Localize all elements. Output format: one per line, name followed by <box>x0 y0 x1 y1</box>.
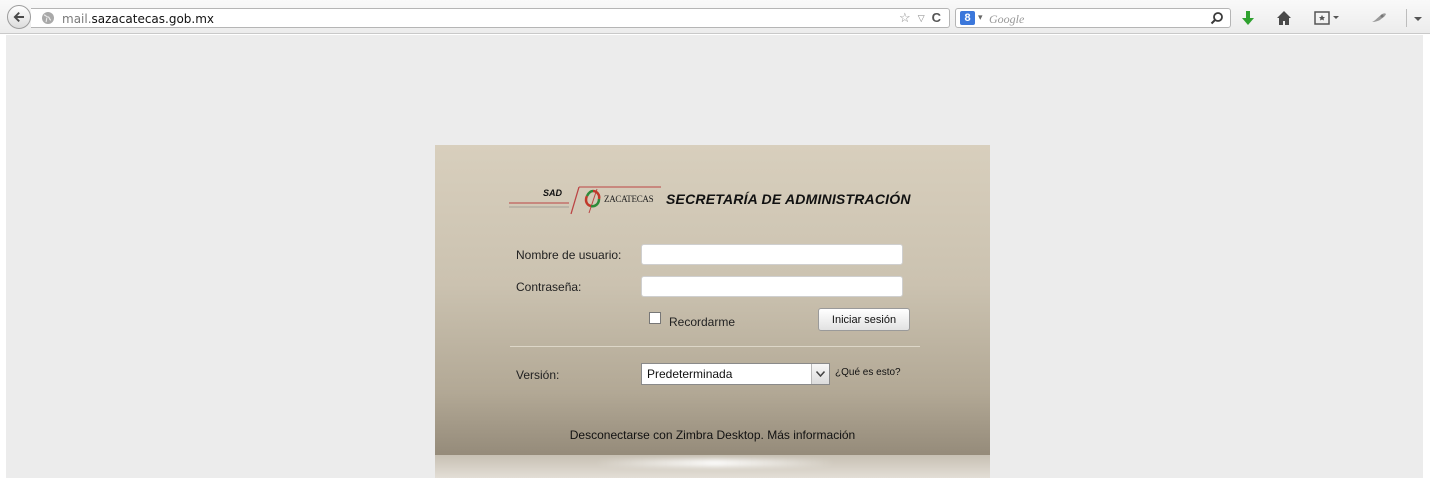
back-arrow-icon <box>13 12 24 22</box>
reflection-blur <box>595 459 835 467</box>
globe-icon <box>42 12 54 24</box>
google-plus-icon[interactable]: 8 <box>960 11 975 25</box>
url-text: mail.sazacatecas.gob.mx <box>62 12 214 26</box>
addon-icon[interactable] <box>1370 10 1388 26</box>
logo-zacatecas-text: ZACATECAS <box>604 194 654 204</box>
page-viewport: SAD ZACATECAS SECRETARÍA DE ADMINISTRACI… <box>6 35 1423 478</box>
username-input[interactable] <box>641 244 903 265</box>
whats-this-link[interactable]: ¿Qué es esto? <box>835 367 901 378</box>
version-selected-value: Predeterminada <box>647 367 733 381</box>
back-button[interactable] <box>7 5 31 29</box>
form-divider <box>510 345 920 347</box>
toolbar-separator <box>1406 9 1407 27</box>
org-title: SECRETARÍA DE ADMINISTRACIÓN <box>666 191 911 207</box>
remember-checkbox[interactable] <box>649 312 661 324</box>
address-bar[interactable]: mail.sazacatecas.gob.mx ☆ ▽ C <box>31 8 950 28</box>
menu-dropdown-icon[interactable] <box>1413 10 1423 26</box>
url-domain: sazacatecas.gob.mx <box>91 12 215 26</box>
more-info-link[interactable]: Más información <box>767 428 855 442</box>
version-label: Versión: <box>516 368 560 382</box>
history-dropdown-icon[interactable]: ▽ <box>918 11 925 25</box>
password-label: Contraseña: <box>516 280 582 294</box>
search-placeholder: Google <box>989 12 1025 26</box>
bookmark-star-icon[interactable]: ☆ <box>899 11 911 25</box>
search-icon[interactable] <box>1210 11 1224 25</box>
login-panel: SAD ZACATECAS SECRETARÍA DE ADMINISTRACI… <box>435 145 990 455</box>
bookmarks-menu-icon[interactable] <box>1314 10 1340 26</box>
panel-reflection <box>435 455 990 478</box>
home-icon[interactable] <box>1276 10 1292 26</box>
url-prefix: mail. <box>62 12 92 26</box>
footer-text: Desconectarse con Zimbra Desktop. <box>569 428 764 442</box>
search-bar[interactable]: 8 ▾ Google <box>955 8 1231 28</box>
version-select[interactable]: Predeterminada <box>641 363 830 385</box>
sad-zacatecas-logo: SAD ZACATECAS <box>509 185 669 215</box>
chevron-down-icon[interactable] <box>811 364 829 384</box>
password-input[interactable] <box>641 276 903 297</box>
search-engine-dropdown-icon[interactable]: ▾ <box>978 12 983 23</box>
browser-toolbar: mail.sazacatecas.gob.mx ☆ ▽ C 8 ▾ Google <box>0 0 1430 34</box>
remember-label: Recordarme <box>669 315 736 329</box>
username-label: Nombre de usuario: <box>516 248 622 262</box>
reload-icon[interactable]: C <box>932 11 941 25</box>
logo-sad-text: SAD <box>543 188 563 198</box>
footer: Desconectarse con Zimbra Desktop. Más in… <box>435 428 990 442</box>
login-button[interactable]: Iniciar sesión <box>818 308 910 331</box>
download-icon[interactable] <box>1241 10 1255 26</box>
